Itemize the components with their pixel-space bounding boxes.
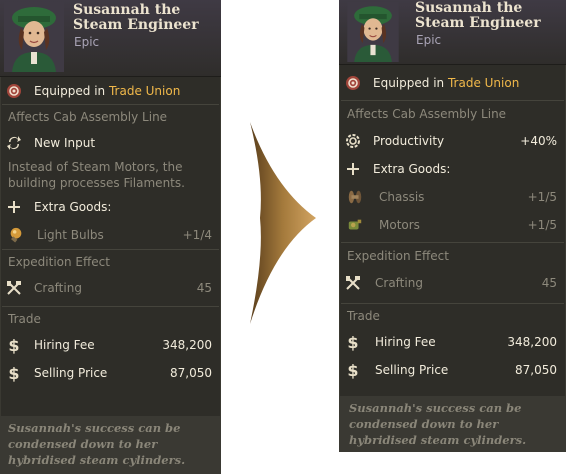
selling-price-row: $ Selling Price 87,050 (0, 359, 221, 387)
equipped-prefix: Equipped in (34, 84, 106, 98)
swap-arrows-icon (6, 135, 22, 151)
equipped-building-link[interactable]: Trade Union (448, 76, 519, 90)
gear-badge-icon (345, 75, 361, 91)
goods-value: +1/4 (182, 228, 212, 242)
new-input-row: New Input (0, 129, 221, 157)
light-bulb-icon (8, 227, 24, 243)
goods-name: Motors (379, 218, 420, 232)
expedition-name: Crafting (34, 281, 82, 295)
expedition-value: 45 (541, 276, 557, 290)
rarity-label: Epic (416, 33, 442, 47)
card-header: Susannah the Steam Engineer Epic (339, 0, 566, 65)
extra-goods-row: Extra Goods: (0, 193, 221, 221)
goods-item-motors: Motors +1/5 (339, 211, 566, 239)
goods-value: +1/5 (527, 190, 557, 204)
plus-icon (345, 161, 361, 177)
goods-item-chassis: Chassis +1/5 (339, 183, 566, 211)
flavor-footer: Susannah's success can be condensed down… (339, 396, 566, 452)
hiring-fee-value: 348,200 (507, 335, 557, 349)
dollar-icon: $ (8, 335, 20, 355)
dollar-icon: $ (347, 360, 359, 380)
crossed-tools-icon (6, 280, 22, 296)
gear-badge-icon (6, 83, 22, 99)
affects-heading: Affects Cab Assembly Line (347, 107, 507, 121)
tooltip-card-after: Susannah the Steam Engineer Epic Equippe… (339, 0, 566, 452)
trade-heading: Trade (8, 312, 41, 326)
rarity-label: Epic (74, 35, 100, 49)
cog-icon (345, 133, 361, 149)
flavor-text: Susannah's success can be condensed down… (349, 401, 527, 447)
extra-goods-label: Extra Goods: (34, 200, 112, 214)
tooltip-card-before: Susannah the Steam Engineer Epic Equippe… (0, 0, 221, 474)
expedition-heading: Expedition Effect (347, 249, 449, 263)
flavor-text: Susannah's success can be condensed down… (8, 421, 186, 467)
crossed-tools-icon (345, 275, 361, 291)
expedition-crafting-row: Crafting 45 (339, 269, 566, 297)
trade-heading: Trade (347, 309, 380, 323)
extra-goods-row: Extra Goods: (339, 155, 566, 183)
goods-name: Chassis (379, 190, 425, 204)
hiring-fee-label: Hiring Fee (375, 335, 436, 349)
extra-goods-label: Extra Goods: (373, 162, 451, 176)
card-header: Susannah the Steam Engineer Epic (0, 0, 221, 77)
selling-price-value: 87,050 (170, 366, 212, 380)
hiring-fee-row: $ Hiring Fee 348,200 (339, 328, 566, 356)
expedition-heading: Expedition Effect (8, 255, 110, 269)
portrait-avatar (4, 2, 64, 72)
hiring-fee-label: Hiring Fee (34, 338, 95, 352)
new-input-label: New Input (34, 136, 96, 150)
productivity-value: +40% (520, 134, 557, 148)
goods-value: +1/5 (527, 218, 557, 232)
character-name: Susannah the Steam Engineer (415, 0, 541, 31)
transition-arrow-icon (250, 122, 316, 324)
hiring-fee-value: 348,200 (162, 338, 212, 352)
motors-icon (347, 217, 363, 233)
selling-price-value: 87,050 (515, 363, 557, 377)
chassis-icon (347, 189, 363, 205)
flavor-footer: Susannah's success can be condensed down… (0, 416, 221, 474)
equipped-row: Equipped in Trade Union (0, 77, 221, 104)
equipped-building-link[interactable]: Trade Union (109, 84, 180, 98)
affects-heading: Affects Cab Assembly Line (8, 110, 168, 124)
goods-name: Light Bulbs (37, 228, 104, 242)
selling-price-row: $ Selling Price 87,050 (339, 356, 566, 384)
equipped-row: Equipped in Trade Union (339, 65, 566, 100)
new-input-description: Instead of Steam Motors, the building pr… (8, 160, 185, 190)
character-name: Susannah the Steam Engineer (73, 2, 199, 33)
selling-price-label: Selling Price (375, 363, 449, 377)
dollar-icon: $ (347, 332, 359, 352)
productivity-row: Productivity +40% (339, 127, 566, 155)
productivity-label: Productivity (373, 134, 445, 148)
portrait-avatar (347, 2, 399, 62)
expedition-value: 45 (196, 281, 212, 295)
plus-icon (6, 199, 22, 215)
hiring-fee-row: $ Hiring Fee 348,200 (0, 331, 221, 359)
selling-price-label: Selling Price (34, 366, 108, 380)
expedition-name: Crafting (375, 276, 423, 290)
equipped-prefix: Equipped in (373, 76, 445, 90)
goods-item-light-bulbs: Light Bulbs +1/4 (0, 221, 221, 249)
dollar-icon: $ (8, 363, 20, 383)
expedition-crafting-row: Crafting 45 (0, 274, 221, 302)
